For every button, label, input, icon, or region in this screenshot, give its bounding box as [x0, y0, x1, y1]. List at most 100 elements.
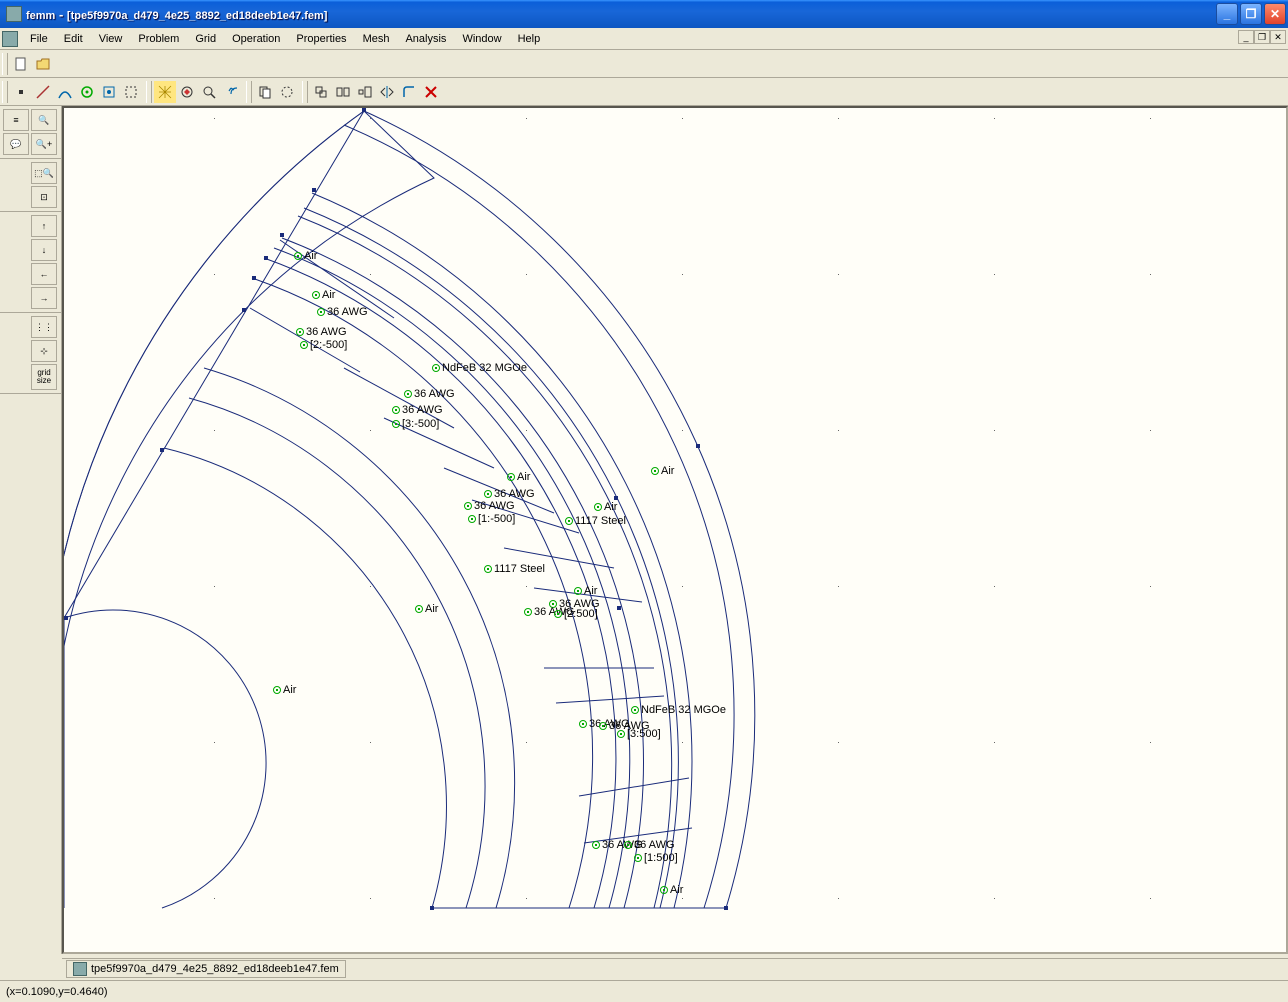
scale-button[interactable]	[354, 81, 376, 103]
block-marker[interactable]	[660, 886, 668, 894]
block-marker[interactable]	[631, 706, 639, 714]
block-marker[interactable]	[464, 502, 472, 510]
circle-select-button[interactable]	[276, 81, 298, 103]
fillet-button[interactable]	[398, 81, 420, 103]
block-marker[interactable]	[392, 406, 400, 414]
menu-bar: File Edit View Problem Grid Operation Pr…	[0, 28, 1288, 50]
doc-tab-icon	[73, 962, 87, 976]
menu-analysis[interactable]: Analysis	[397, 31, 454, 47]
block-marker[interactable]	[624, 841, 632, 849]
copy-button[interactable]	[254, 81, 276, 103]
open-button[interactable]	[32, 53, 54, 75]
menu-mesh[interactable]: Mesh	[355, 31, 398, 47]
view-results-button[interactable]	[198, 81, 220, 103]
pan-up-button[interactable]: ↑	[31, 215, 57, 237]
menu-properties[interactable]: Properties	[288, 31, 354, 47]
menu-view[interactable]: View	[91, 31, 131, 47]
menu-grid[interactable]: Grid	[187, 31, 224, 47]
block-marker[interactable]	[484, 490, 492, 498]
block-marker[interactable]	[574, 587, 582, 595]
lua-button[interactable]: 💬	[3, 133, 29, 155]
block-label: NdFeB 32 MGOe	[641, 704, 726, 716]
arc-tool-button[interactable]	[54, 81, 76, 103]
block-marker[interactable]	[524, 608, 532, 616]
block-marker[interactable]	[599, 722, 607, 730]
zoom-window-button[interactable]: ⬚🔍	[31, 162, 57, 184]
zoom-button[interactable]: 🔍	[31, 109, 57, 131]
block-marker[interactable]	[468, 515, 476, 523]
document-tab[interactable]: tpe5f9970a_d479_4e25_8892_ed18deeb1e47.f…	[66, 960, 346, 978]
mdi-minimize-button[interactable]: _	[1238, 30, 1254, 44]
block-label: 36 AWG	[306, 326, 347, 338]
block-marker[interactable]	[392, 420, 400, 428]
block-label-button[interactable]	[76, 81, 98, 103]
block-label: 36 AWG	[474, 500, 515, 512]
block-marker[interactable]	[592, 841, 600, 849]
close-button[interactable]: ✕	[1264, 3, 1286, 25]
copy-transform-button[interactable]	[332, 81, 354, 103]
block-marker[interactable]	[404, 390, 412, 398]
toolbar-standard	[0, 50, 1288, 78]
doc-icon	[2, 31, 18, 47]
show-grid-button[interactable]: ⋮⋮	[31, 316, 57, 338]
pan-left-button[interactable]: ←	[31, 263, 57, 285]
block-marker[interactable]	[415, 605, 423, 613]
line-tool-button[interactable]	[32, 81, 54, 103]
pan-right-button[interactable]: →	[31, 287, 57, 309]
analyze-button[interactable]	[176, 81, 198, 103]
block-marker[interactable]	[300, 341, 308, 349]
menu-file[interactable]: File	[22, 31, 56, 47]
menu-operation[interactable]: Operation	[224, 31, 288, 47]
window-title: femm - [tpe5f9970a_d479_4e25_8892_ed18de…	[26, 7, 1216, 22]
maximize-button[interactable]: ❐	[1240, 3, 1262, 25]
mdi-restore-button[interactable]: ❐	[1254, 30, 1270, 44]
menu-help[interactable]: Help	[510, 31, 549, 47]
block-marker[interactable]	[317, 308, 325, 316]
block-label: 36 AWG	[402, 404, 443, 416]
pan-down-button[interactable]: ↓	[31, 239, 57, 261]
block-marker[interactable]	[554, 610, 562, 618]
grid-size-button[interactable]: grid size	[31, 364, 57, 390]
mirror-button[interactable]	[376, 81, 398, 103]
side-toolbar: ≡ 🔍 💬 🔍+ ⬚🔍 ⊡ ↑ ↓ ← → ⋮⋮ ⊹ grid	[0, 106, 62, 954]
doc-tab-label: tpe5f9970a_d479_4e25_8892_ed18deeb1e47.f…	[91, 963, 339, 975]
snap-grid-button[interactable]: ⊹	[31, 340, 57, 362]
zoom-in-button[interactable]: 🔍+	[31, 133, 57, 155]
block-marker[interactable]	[273, 686, 281, 694]
point-tool-button[interactable]	[10, 81, 32, 103]
block-marker[interactable]	[294, 252, 302, 260]
menu-problem[interactable]: Problem	[130, 31, 187, 47]
move-button[interactable]	[310, 81, 332, 103]
group-tool-button[interactable]	[98, 81, 120, 103]
menu-edit[interactable]: Edit	[56, 31, 91, 47]
mesh-button[interactable]	[154, 81, 176, 103]
block-label: NdFeB 32 MGOe	[442, 362, 527, 374]
block-marker[interactable]	[312, 291, 320, 299]
menu-window[interactable]: Window	[454, 31, 509, 47]
status-bar: (x=0.1090,y=0.4640)	[0, 980, 1288, 1002]
block-label: Air	[661, 465, 674, 477]
zoom-extents-button[interactable]: ⊡	[31, 186, 57, 208]
block-marker[interactable]	[579, 720, 587, 728]
delete-button[interactable]	[420, 81, 442, 103]
block-marker[interactable]	[594, 503, 602, 511]
new-button[interactable]	[10, 53, 32, 75]
drawing-canvas[interactable]: // generated later AirAir36 AWG36 AWG[2:…	[62, 106, 1288, 954]
block-label: Air	[322, 289, 335, 301]
block-marker[interactable]	[617, 730, 625, 738]
select-tool-button[interactable]	[120, 81, 142, 103]
minimize-button[interactable]: _	[1216, 3, 1238, 25]
block-marker[interactable]	[565, 517, 573, 525]
block-label: [3:500]	[627, 728, 661, 740]
block-label: 36 AWG	[634, 839, 675, 851]
block-marker[interactable]	[651, 467, 659, 475]
block-marker[interactable]	[432, 364, 440, 372]
undo-button[interactable]	[224, 81, 246, 103]
block-marker[interactable]	[296, 328, 304, 336]
block-label: Air	[670, 884, 683, 896]
block-marker[interactable]	[634, 854, 642, 862]
block-marker[interactable]	[484, 565, 492, 573]
block-marker[interactable]	[507, 473, 515, 481]
node-props-button[interactable]: ≡	[3, 109, 29, 131]
mdi-close-button[interactable]: ✕	[1270, 30, 1286, 44]
